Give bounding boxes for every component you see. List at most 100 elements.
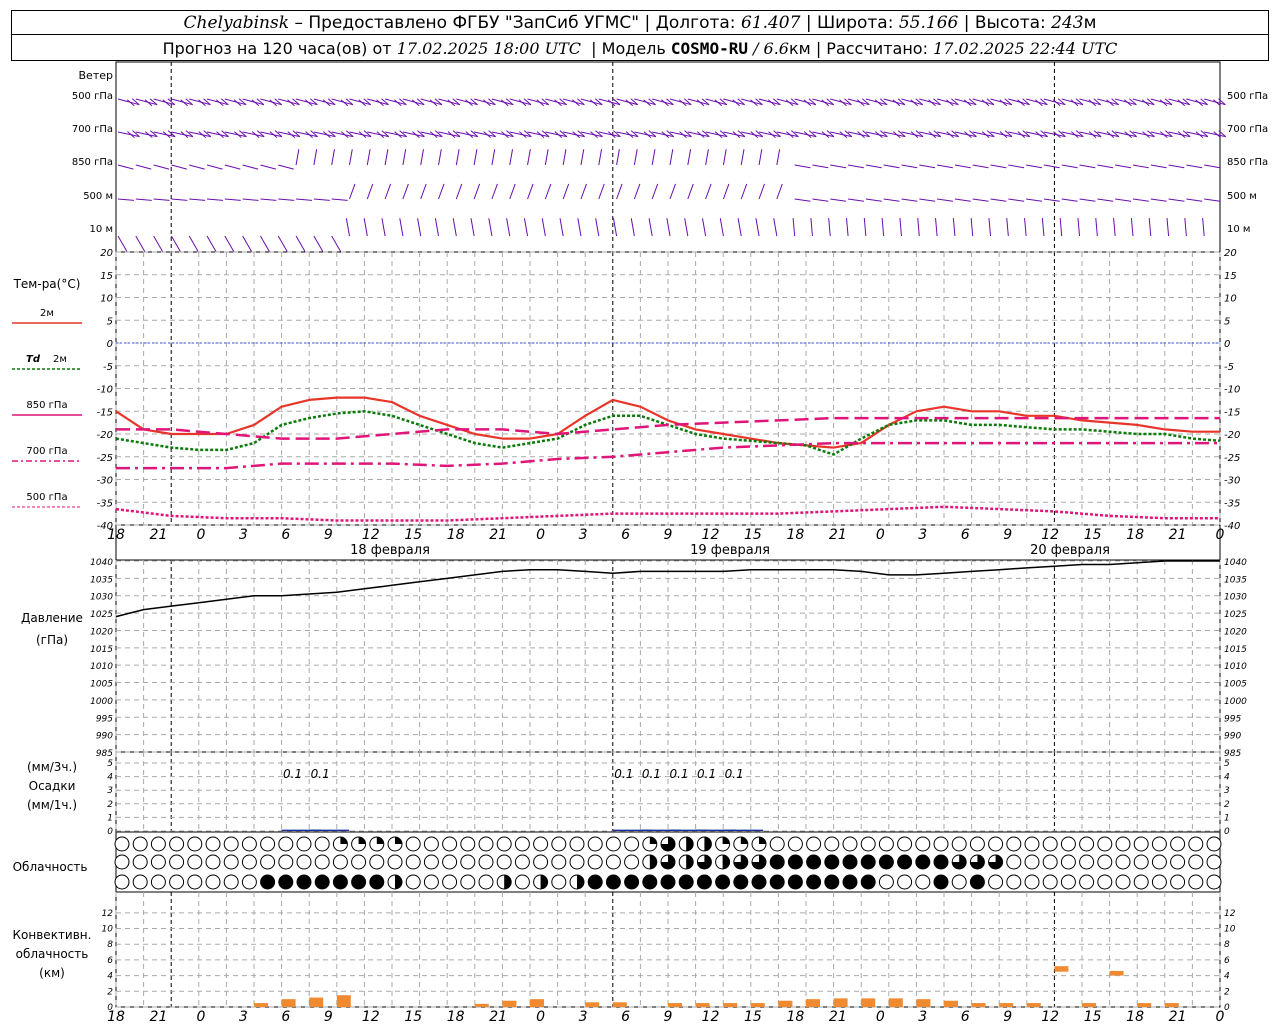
wind-barb: [135, 235, 146, 252]
wind-barb: [420, 149, 424, 166]
wind-barb: [313, 198, 330, 201]
time-tick-label: 3: [239, 527, 248, 543]
wind-barb: [1061, 198, 1078, 202]
cloud-cover-symbol: [860, 854, 876, 870]
cloud-cover-symbol: [1188, 836, 1204, 852]
pressure-tick-right: 985: [1224, 749, 1241, 759]
cloud-cover-fill: [540, 875, 548, 889]
cloud-cover-symbol: [423, 854, 439, 870]
day-label: 20 февраля: [1030, 543, 1110, 558]
convective-tick: 12: [102, 909, 114, 919]
legend-850-label: 850 гПа: [26, 400, 67, 411]
wind-barb: [666, 218, 671, 237]
cloud-cover-symbol: [824, 854, 840, 870]
temperature-tick-right: -20: [1224, 430, 1240, 441]
cloud-cover-symbol: [533, 836, 549, 852]
wind-barb: [296, 198, 313, 201]
wind-barb: [1026, 164, 1042, 169]
cloud-cover-symbol: [423, 874, 439, 890]
wind-barb: [812, 198, 829, 202]
convective-tick-right: 0: [1224, 1003, 1230, 1013]
wind-barb: [616, 183, 623, 200]
cloud-cover-symbol: [278, 854, 294, 870]
precip-tick-right: 2: [1224, 800, 1230, 810]
wind-barb: [1184, 218, 1187, 237]
time-tick-label: 0: [196, 527, 205, 543]
wind-barb: [278, 164, 294, 170]
wind-barb: [577, 218, 582, 237]
cloud-cover-symbol: [551, 854, 567, 870]
cloud-cover-symbol: [114, 836, 130, 852]
time-tick-label-bottom: 18: [447, 1009, 465, 1024]
cloud-cover-fill: [577, 875, 584, 889]
wind-barb: [438, 149, 442, 166]
cloud-cover-symbol: [296, 874, 312, 890]
cloud-cover-symbol: [787, 836, 803, 852]
time-tick-label: 9: [1003, 527, 1012, 543]
wind-barb: [810, 218, 813, 237]
wind-barb: [491, 183, 498, 200]
cloud-cover-symbol: [1133, 854, 1149, 870]
cloud-cover-symbol: [933, 874, 949, 890]
convective-bar: [944, 1000, 958, 1007]
wind-barb: [865, 164, 882, 169]
wind-level-label: 700 гПа: [72, 124, 113, 135]
cloud-cover-symbol: [132, 854, 148, 870]
time-tick-label-bottom: 6: [961, 1009, 970, 1024]
convective-tick-right: 4: [1224, 972, 1230, 982]
cloud-cover-symbol: [787, 874, 803, 890]
pressure-tick-right: 1010: [1224, 662, 1247, 672]
wind-level-label-right: 700 гПа: [1227, 124, 1268, 135]
wind-barb: [952, 218, 956, 237]
wind-barb: [153, 235, 164, 252]
time-tick-label-bottom: 6: [281, 1009, 290, 1024]
wind-barb: [719, 218, 724, 237]
wind-barb: [260, 164, 277, 170]
convective-tick: 10: [102, 925, 114, 935]
wind-barb: [1113, 218, 1116, 237]
convective-tick: 8: [107, 940, 113, 950]
pressure-tick: 1035: [90, 575, 113, 585]
wind-barb: [598, 149, 603, 166]
cloud-cover-symbol: [933, 854, 949, 870]
wind-barb: [580, 149, 585, 166]
precip-value-label: 0.1: [669, 767, 688, 781]
temperature-tick-right: -10: [1224, 385, 1240, 396]
wind-barb: [224, 164, 241, 170]
cloud-cover-symbol: [478, 836, 494, 852]
cloud-cover-symbol: [1206, 836, 1222, 852]
wind-barb: [1150, 198, 1167, 202]
wind-barb: [452, 218, 457, 237]
time-tick-label: 3: [918, 527, 927, 543]
wind-level-label: 10 м: [90, 224, 113, 235]
cloud-cover-symbol: [205, 836, 221, 852]
wind-barb: [901, 198, 918, 202]
pressure-tick: 1010: [90, 662, 113, 672]
cloud-cover-symbol: [1024, 836, 1040, 852]
wind-barb: [242, 235, 253, 252]
wind-barb: [722, 149, 727, 166]
cloud-cover-symbol: [1206, 854, 1222, 870]
cloud-cover-fill: [395, 837, 402, 844]
cloud-cover-symbol: [1097, 874, 1113, 890]
day-label: 19 февраля: [690, 543, 770, 558]
cloud-cover-symbol: [1042, 874, 1058, 890]
wind-barb: [1186, 198, 1203, 202]
time-tick-label: 15: [744, 527, 762, 543]
wind-barb: [794, 164, 811, 169]
cloud-cover-fill: [722, 837, 730, 844]
time-tick-label: 21: [829, 527, 847, 543]
wind-barb: [830, 164, 847, 169]
wind-barb: [455, 149, 460, 166]
cloud-cover-symbol: [169, 874, 185, 890]
pressure-tick: 1020: [90, 627, 113, 637]
convective-bar: [999, 1003, 1014, 1007]
time-tick-label-bottom: 21: [1169, 1009, 1187, 1024]
time-tick-label-bottom: 6: [621, 1009, 630, 1024]
precip-unit-1h: (мм/1ч.): [27, 798, 77, 812]
cloud-cover-symbol: [1151, 874, 1167, 890]
wind-barb: [970, 218, 974, 237]
cloud-cover-symbol: [1170, 836, 1186, 852]
wind-barb: [794, 198, 811, 202]
cloud-cover-symbol: [223, 854, 239, 870]
